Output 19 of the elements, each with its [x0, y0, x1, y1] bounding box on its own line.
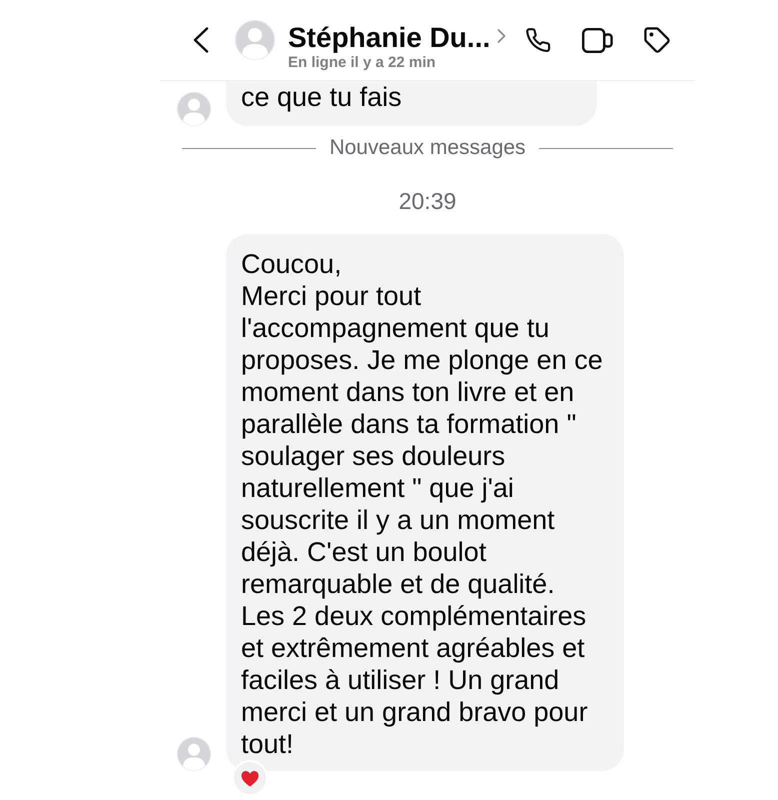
- phone-icon: [524, 26, 552, 54]
- message-text: Coucou, Merci pour tout l'accompagnement que tu proposes. Je me plonge en ce moment dans ton livre et en parallèle dans ta formation " soulager ses douleurs naturellement " que j'ai souscrite il y a un moment déjà. C'est un boulot remarquable et de qualité. Les 2 deux complémentaires et extrêmement agréables et faciles à utiliser ! Un grand merci et un grand bravo pour tout!: [241, 248, 604, 760]
- message-text: ce que tu fais: [241, 81, 403, 113]
- online-status: En ligne il y a 22 min: [288, 54, 436, 71]
- contact-name: Stéphanie Du...: [288, 22, 490, 54]
- call-button[interactable]: [524, 26, 552, 54]
- video-call-button[interactable]: [582, 28, 613, 52]
- avatar-icon: [177, 92, 211, 126]
- avatar-icon: [235, 20, 275, 60]
- tag-button[interactable]: [643, 26, 672, 54]
- new-messages-label: Nouveaux messages: [329, 136, 526, 160]
- tag-icon: [643, 26, 672, 54]
- avatar-icon: [177, 737, 211, 771]
- chevron-right-icon: [497, 29, 506, 43]
- video-camera-icon: [582, 28, 613, 52]
- chevron-left-icon: [193, 27, 209, 53]
- heart-reaction-icon[interactable]: [232, 760, 268, 796]
- message-time: 20:39: [398, 187, 456, 215]
- back-button[interactable]: [193, 27, 209, 53]
